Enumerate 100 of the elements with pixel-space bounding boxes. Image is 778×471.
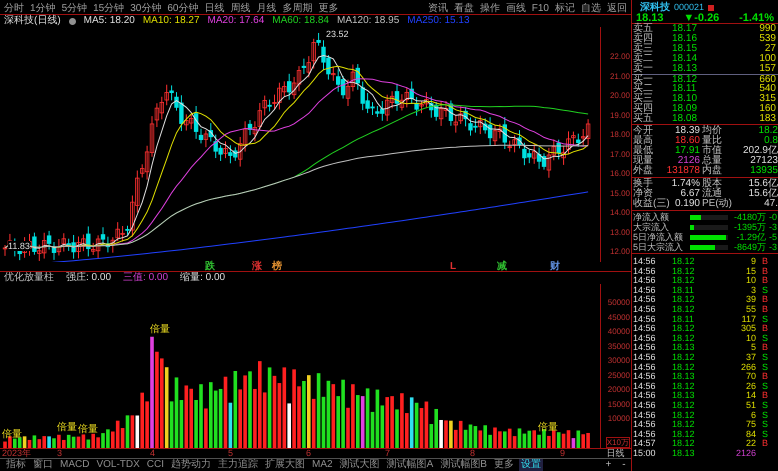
- event-marker[interactable]: 财: [550, 262, 560, 272]
- trade-time: 14:56: [632, 362, 657, 372]
- period-menu-item[interactable]: 更多: [318, 2, 338, 14]
- event-marker[interactable]: 跌: [205, 262, 215, 272]
- stat-label: 股本: [701, 179, 723, 189]
- last-price: 18.13: [636, 12, 664, 24]
- indicator-tab[interactable]: 测试大图: [338, 459, 382, 471]
- indicator-value-label: 缩量: 0.00: [180, 272, 226, 284]
- period-label[interactable]: 日线: [600, 449, 631, 458]
- toolbar-menu-item[interactable]: 返回: [607, 2, 627, 14]
- trade-side: S: [761, 382, 768, 392]
- period-menu-item[interactable]: 1分钟: [30, 2, 56, 14]
- trade-volume: 266: [740, 362, 756, 372]
- period-menu-item[interactable]: 60分钟: [167, 2, 198, 14]
- indicator-tab[interactable]: MACD: [58, 459, 92, 471]
- volume-axis-label: 35000: [608, 342, 630, 350]
- order-book-label: 买四: [632, 104, 654, 114]
- price-axis-label: 19.00: [610, 110, 630, 120]
- moving-average-label: MA60: 18.84: [272, 15, 329, 27]
- trade-time: 14:56: [632, 410, 657, 420]
- trade-side: B: [761, 324, 768, 334]
- trade-side: B: [761, 266, 768, 276]
- toolbar-menu-item[interactable]: F10: [532, 2, 549, 14]
- trade-time: 14:56: [632, 276, 657, 286]
- toolbar-menu-item[interactable]: 资讯: [428, 2, 448, 14]
- toolbar-menu-item[interactable]: 自选: [581, 2, 601, 14]
- high-price-label: 23.52: [326, 29, 349, 39]
- date-axis-label: 6: [306, 449, 312, 458]
- stat-value: 47.: [763, 199, 778, 209]
- indicator-tab[interactable]: VOL-TDX: [94, 459, 142, 471]
- indicator-tab[interactable]: 更多: [492, 459, 516, 471]
- indicator-tab[interactable]: 趋势动力: [169, 459, 214, 471]
- moving-average-label: MA120: 18.95: [336, 15, 400, 27]
- period-menu-item[interactable]: 15分钟: [93, 2, 124, 14]
- period-menu-item[interactable]: 30分钟: [130, 2, 162, 14]
- trade-time: 14:56: [632, 430, 657, 440]
- period-menu-item[interactable]: 分时: [4, 2, 24, 14]
- trade-time: 14:56: [632, 314, 657, 324]
- toolbar-menu-item[interactable]: 画线: [506, 2, 526, 14]
- indicator-tab[interactable]: CCI: [144, 459, 166, 471]
- toolbar-menu-item[interactable]: 看盘: [454, 2, 474, 14]
- toolbar-menu-item[interactable]: 标记: [555, 2, 575, 14]
- trade-side: S: [761, 362, 768, 372]
- stat-value: 6.67: [680, 189, 700, 199]
- trade-price: 18.12: [672, 439, 696, 449]
- period-menu-item[interactable]: 周线: [230, 2, 250, 14]
- trade-time: 14:56: [632, 304, 657, 315]
- date-axis-label: 3: [57, 449, 62, 458]
- zoom-button[interactable]: +: [605, 460, 612, 470]
- stat-label: 总量: [702, 156, 723, 166]
- stat-label: 量比: [702, 136, 723, 146]
- trade-price: 18.12: [672, 295, 696, 305]
- period-menu-item[interactable]: 月线: [256, 2, 276, 14]
- trade-side: B: [761, 439, 768, 449]
- indicator-tab[interactable]: 测试幅图A: [384, 459, 436, 471]
- date-axis-label: 4: [150, 449, 156, 458]
- price-axis-label: 15.00: [610, 188, 630, 198]
- trade-volume: 10: [744, 276, 756, 286]
- price-axis-label: 18.00: [610, 130, 630, 139]
- stat-label: 今开: [633, 126, 654, 136]
- zoom-button[interactable]: -: [622, 460, 626, 470]
- indicator-tab[interactable]: 设置: [518, 459, 543, 471]
- trade-side: S: [761, 334, 768, 344]
- volume-tag: 倍量: [57, 422, 77, 433]
- order-book-label: 买三: [632, 94, 654, 104]
- flow-amount: -1395万: [732, 222, 766, 232]
- order-book-volume: 315: [758, 94, 777, 104]
- period-menu-item[interactable]: 多周期: [282, 2, 312, 14]
- price-axis-label: 22.00: [610, 52, 630, 61]
- trade-side: S: [761, 430, 768, 440]
- event-marker[interactable]: 榜: [272, 262, 282, 272]
- volume-axis-label: 25000: [608, 370, 630, 380]
- trade-time: 14:56: [632, 400, 657, 410]
- stat-value: 18.60: [674, 136, 700, 146]
- trade-price: 18.12: [672, 334, 696, 344]
- period-menu-item[interactable]: 5分钟: [62, 2, 88, 14]
- stat-value: 131878: [666, 166, 700, 176]
- moving-average-label: MA10: 18.27: [142, 15, 200, 27]
- indicator-tab[interactable]: 指标: [4, 459, 28, 471]
- stat-value: 27123: [749, 156, 778, 166]
- trade-price: 18.12: [672, 266, 696, 276]
- trade-side: S: [761, 352, 768, 363]
- trade-volume: 117: [740, 314, 756, 324]
- toolbar-menu-item[interactable]: 操作: [480, 2, 500, 14]
- indicator-tab[interactable]: MA2: [310, 459, 335, 471]
- event-marker[interactable]: 涨: [252, 262, 262, 272]
- trade-price: 18.13: [672, 343, 696, 353]
- volume-tag: 倍量: [2, 430, 22, 440]
- event-marker[interactable]: L: [450, 262, 456, 272]
- stat-label: 最高: [633, 136, 654, 146]
- trade-time: 14:56: [632, 266, 657, 276]
- indicator-tab[interactable]: 测试幅图B: [438, 459, 489, 471]
- trade-side: B: [761, 343, 768, 353]
- period-menu-item[interactable]: 日线: [204, 2, 224, 14]
- order-book-volume: 540: [758, 84, 777, 94]
- low-price-label: 11.83: [8, 241, 30, 251]
- event-marker[interactable]: 减: [497, 262, 507, 272]
- moving-average-label: MA20: 17.64: [208, 15, 264, 27]
- volume-axis-label: 45000: [608, 312, 630, 322]
- trade-price: 18.12: [672, 420, 696, 430]
